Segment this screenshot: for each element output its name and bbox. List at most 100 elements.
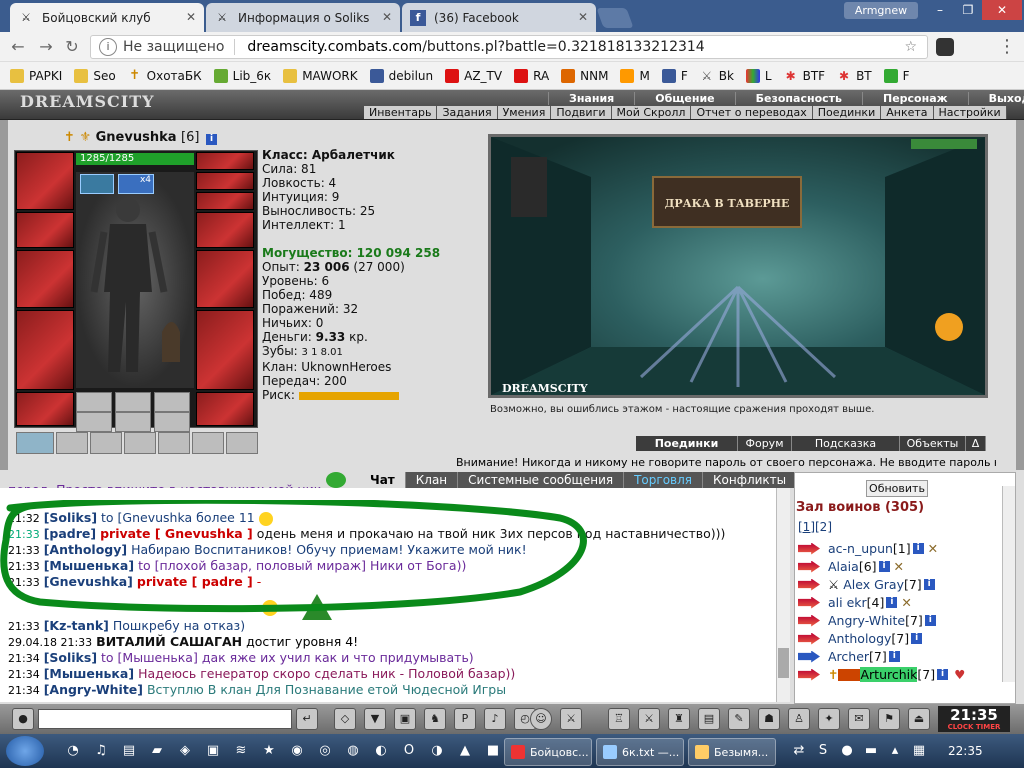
menu-settings[interactable]: Настройки [934,106,1007,119]
bookmark[interactable]: Lib_6к [213,68,271,83]
menu-duels[interactable]: Поединки [813,106,882,119]
player-row[interactable]: ⚔ Alex Gray [7] i [798,577,935,592]
figure-icon[interactable]: ♞ [424,708,446,730]
menu-transfer-report[interactable]: Отчет о переводах [691,106,813,119]
info-icon[interactable]: i [206,134,217,145]
ring-slot[interactable] [196,192,254,210]
empty-slot[interactable] [115,412,151,432]
bookmark[interactable]: NNM [561,68,608,83]
extension-icon[interactable] [936,38,954,56]
close-icon[interactable]: ✕ [186,10,196,24]
player-row[interactable]: ✝ Arturchik [7] i ♥ [798,667,965,682]
bookmark[interactable]: MAWORK [283,68,358,83]
location-scene[interactable] [488,134,988,398]
player-row[interactable]: ali ekr [4] i ✕ [798,595,912,610]
tab-system[interactable]: Системные сообщения [458,472,625,488]
app-icon[interactable]: ▲ [454,740,476,762]
firefox-icon[interactable]: ◉ [286,740,308,762]
mask-icon[interactable]: ☗ [758,708,780,730]
close-icon[interactable]: ✕ [382,10,392,24]
app-icon[interactable]: ◐ [370,740,392,762]
chrome-icon[interactable]: ◎ [314,740,336,762]
player-row[interactable]: Angry-White [7] i [798,613,936,628]
network-icon[interactable]: ▦ [908,740,930,762]
exit-icon[interactable]: ⏏ [908,708,930,730]
skype-icon[interactable]: S [812,740,834,762]
menu-achievements[interactable]: Подвиги [551,106,612,119]
scroll-slot[interactable] [16,432,54,454]
empty-slot[interactable] [226,432,258,454]
star-icon[interactable]: ☆ [904,39,917,55]
players-scrollbar[interactable] [1002,486,1015,682]
menu-skills[interactable]: Умения [498,106,552,119]
shield-slot[interactable] [196,250,254,308]
forward-icon[interactable]: → [36,37,56,57]
bookmark[interactable]: debilun [369,68,433,83]
close-icon[interactable]: ✕ [578,10,588,24]
empty-slot[interactable] [76,412,112,432]
player-row[interactable]: Archer [7] i [798,649,900,664]
menu-dots-icon[interactable]: ⋮ [998,36,1016,57]
chat-scrollbar[interactable] [776,488,790,702]
menu-exit[interactable]: Выход [967,92,1024,105]
wifi-icon[interactable]: ≋ [230,740,252,762]
music-icon[interactable]: ♪ [484,708,506,730]
arrow-icon[interactable] [798,578,820,591]
bookmark[interactable]: PAPKI [10,68,62,83]
bookmark[interactable]: AZ_TV [445,68,502,83]
restore-icon[interactable]: ❐ [954,0,982,20]
arrow-icon[interactable] [798,596,820,609]
buff-icon[interactable]: x4 [118,174,154,194]
arrow-icon[interactable] [798,614,820,627]
taskbar-item-browser[interactable]: Бойцовс... [504,738,592,766]
app-icon[interactable]: ◑ [426,740,448,762]
bag-icon[interactable]: ♜ [668,708,690,730]
info-icon[interactable]: i [911,633,923,644]
app-icon[interactable]: ■ [482,740,504,762]
lantern-icon[interactable]: ♖ [608,708,630,730]
page-link[interactable]: [2] [815,520,832,534]
objects-button[interactable]: Объекты [900,436,966,451]
info-icon[interactable]: i [886,597,898,608]
opera-icon[interactable]: O [398,740,420,762]
menu-tasks[interactable]: Задания [437,106,498,119]
start-button[interactable] [6,736,44,766]
close-window-icon[interactable]: ✕ [982,0,1022,20]
bookmark[interactable]: ✱ BT [837,69,872,83]
effect-icon[interactable] [80,174,114,194]
arrow-icon[interactable] [798,668,820,681]
tab-facebook[interactable]: f (36) Facebook ✕ [402,3,596,32]
taskbar-item-notepad[interactable]: 6к.txt —... [596,738,684,766]
profile-user[interactable]: Armgnew [844,2,918,19]
info-icon[interactable]: i [99,38,117,56]
bookmark[interactable]: RA [514,68,549,83]
helmet-slot[interactable] [16,152,74,210]
boots-slot[interactable] [196,392,254,426]
info-icon[interactable]: i [888,651,900,662]
forum-button[interactable]: Форум [738,436,792,451]
eraser-icon[interactable]: ◇ [334,708,356,730]
tab-soliks-info[interactable]: ⚔ Информация о Soliks ✕ [206,3,400,32]
hint-button[interactable]: Подсказка [792,436,900,451]
tab-chat[interactable]: Чат [360,472,406,488]
empty-slot[interactable] [56,432,88,454]
reload-icon[interactable]: ↻ [62,37,82,57]
music-icon[interactable]: ♫ [90,740,112,762]
delta-button[interactable]: Δ [966,436,986,451]
smiley-icon[interactable]: ☺ [530,708,552,730]
info-icon[interactable]: i [924,615,936,626]
tab-fight-club[interactable]: ⚔ Бойцовский клуб ✕ [10,3,204,32]
web-icon[interactable]: ◍ [342,740,364,762]
address-bar[interactable]: i Не защищено dreamscity.combats.com/but… [90,35,928,59]
tab-clan[interactable]: Клан [405,472,459,488]
refresh-button[interactable]: Обновить [866,480,928,497]
clock-icon[interactable]: ◔ [62,740,84,762]
bookmark[interactable]: F [883,68,910,83]
gloves-slot[interactable] [196,212,254,248]
empty-slot[interactable] [154,392,190,412]
arrow-icon[interactable] [798,650,820,663]
helmet-icon[interactable]: ⚔ [560,708,582,730]
language-flag-icon[interactable]: ▬ [860,740,882,762]
green-circle-icon[interactable]: ● [836,740,858,762]
sword-icon[interactable]: ⚔ [638,708,660,730]
